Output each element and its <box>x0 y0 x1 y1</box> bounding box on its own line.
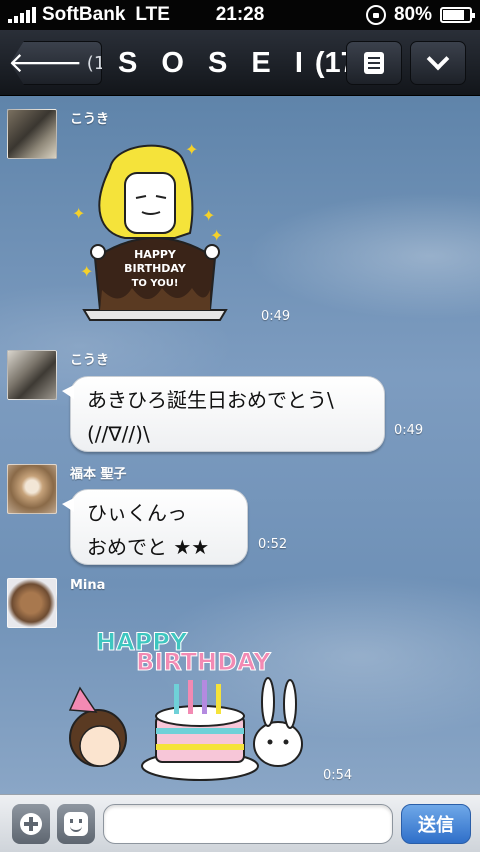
back-arrow-icon: 🡐 <box>7 46 83 79</box>
chat-room-title: S O S E I (17) <box>118 46 366 80</box>
menu-button[interactable] <box>346 41 402 85</box>
chevron-down-icon <box>426 47 450 71</box>
sticker-text-birthday: BIRTHDAY <box>124 262 187 275</box>
input-bar: 送信 <box>0 794 480 852</box>
avatar[interactable] <box>7 109 57 159</box>
dropdown-button[interactable] <box>410 41 466 85</box>
sparkle-icon: ✦ <box>202 206 216 225</box>
message-input[interactable] <box>103 804 393 844</box>
birthday-cake-character-sticker[interactable]: HAPPY BIRTHDAY TO YOU! ✦ ✦ ✦ ✦ ✦ <box>70 138 240 338</box>
room-name: S O S E I <box>118 46 311 79</box>
send-button[interactable]: 送信 <box>401 804 471 844</box>
sticker-button[interactable] <box>57 804 95 844</box>
message-bubble[interactable]: あきひろ誕生日おめでとう\ (//∇//)\ <box>62 376 385 452</box>
sticker-text-birthday: BIRTHDAY <box>136 648 271 676</box>
sender-name: Mina <box>70 578 106 593</box>
message-time: 0:52 <box>258 537 288 552</box>
list-icon <box>364 52 384 74</box>
signal-strength-icon <box>8 7 36 23</box>
avatar[interactable] <box>7 578 57 628</box>
sparkle-icon: ✦ <box>185 140 199 159</box>
avatar[interactable] <box>7 350 57 400</box>
sticker-text-to-you: TO YOU! <box>132 278 179 289</box>
sender-name: 福本 聖子 <box>70 467 127 482</box>
message-time: 0:49 <box>261 309 291 324</box>
avatar[interactable] <box>7 464 57 514</box>
carrier-name: SoftBank <box>42 4 126 25</box>
rotation-lock-icon <box>365 5 386 25</box>
smiley-icon <box>64 812 88 836</box>
message-bubble[interactable]: ひぃくんっ おめでと ★★ <box>62 489 248 565</box>
happy-birthday-cake-sticker[interactable]: HAPPY BIRTHDAY <box>66 606 316 788</box>
status-bar: SoftBank LTE 21:28 80% <box>0 0 480 30</box>
sparkle-icon: ✦ <box>210 226 224 245</box>
message-time: 0:54 <box>323 768 353 783</box>
sender-name: こうき <box>70 112 110 127</box>
sparkle-icon: ✦ <box>72 204 86 223</box>
plus-icon <box>20 813 42 835</box>
add-attachment-button[interactable] <box>12 804 50 844</box>
back-button[interactable]: 🡐 (1) <box>10 41 102 85</box>
network-type: LTE <box>135 4 170 25</box>
unread-count: (1) <box>86 52 113 74</box>
sticker-text-happy: HAPPY <box>134 248 177 261</box>
sparkle-icon: ✦ <box>80 262 94 281</box>
battery-percent: 80% <box>393 4 432 25</box>
message-time: 0:49 <box>394 423 424 438</box>
chat-message-list[interactable]: こうき HAPPY BIRTHDAY TO YOU! ✦ ✦ ✦ ✦ ✦ 0:4… <box>0 96 480 794</box>
chat-header: 🡐 (1) S O S E I (17) <box>0 30 480 96</box>
sender-name: こうき <box>70 353 110 368</box>
battery-icon <box>440 7 475 23</box>
